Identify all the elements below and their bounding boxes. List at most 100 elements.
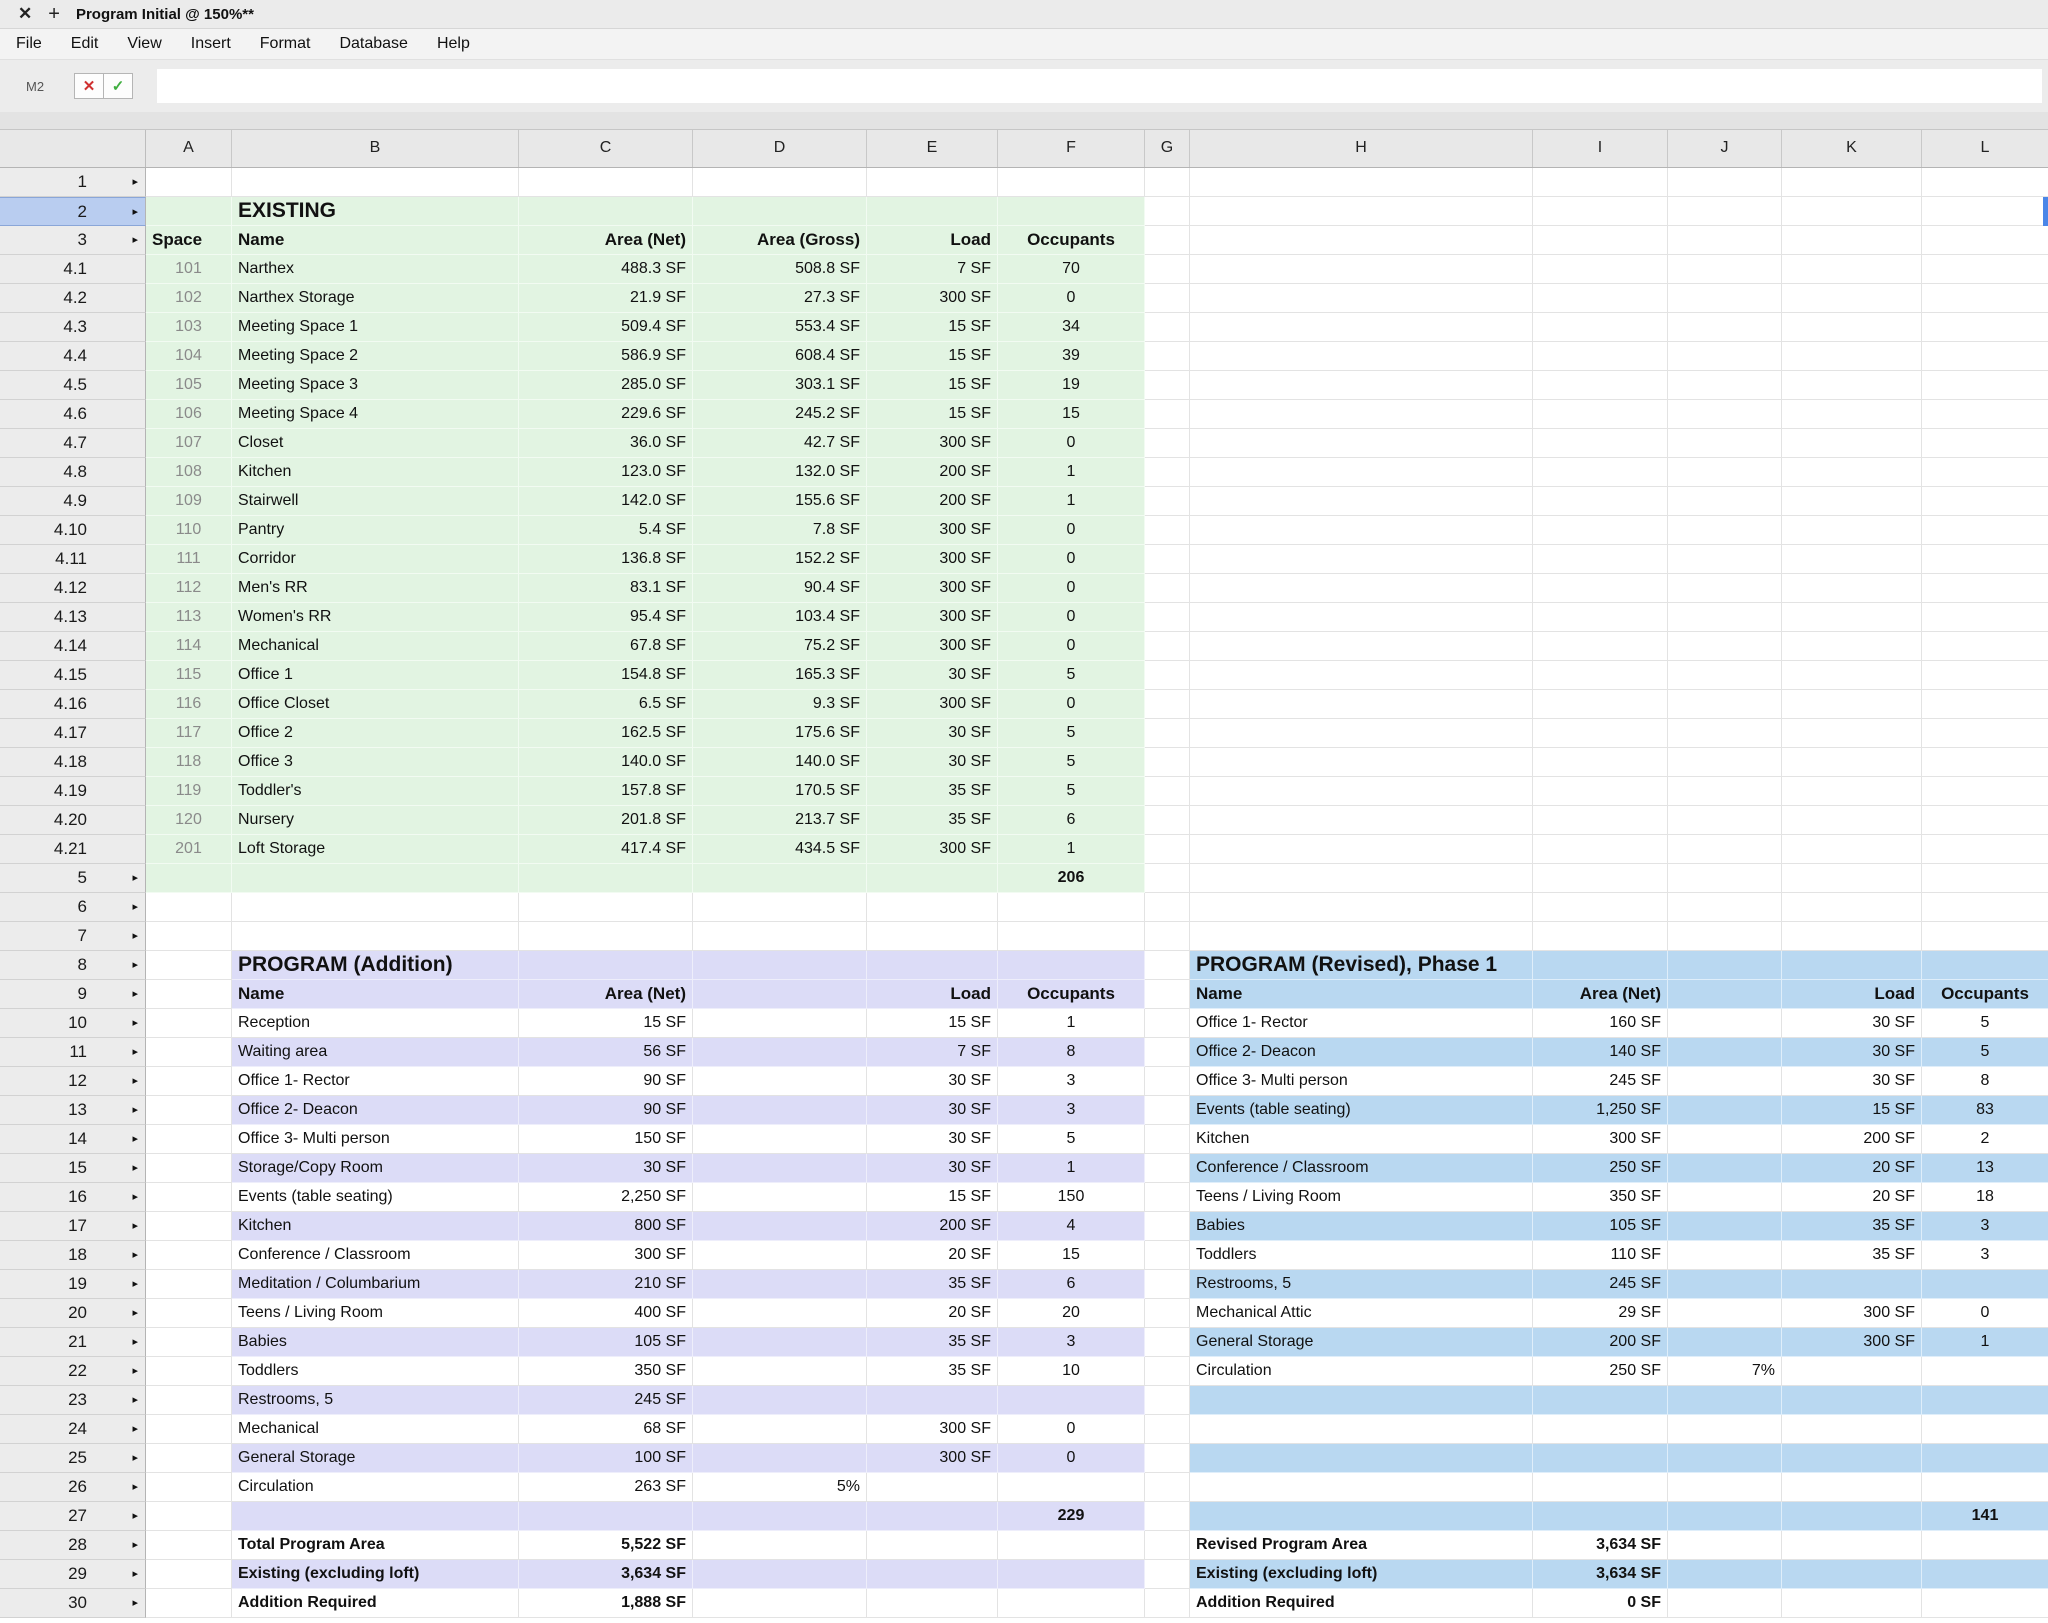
- cell-J4.11[interactable]: [1668, 545, 1782, 574]
- cell-G22[interactable]: [1145, 1357, 1190, 1386]
- cell-E15[interactable]: 30 SF: [867, 1154, 998, 1183]
- cell-L23[interactable]: [1922, 1386, 2048, 1415]
- cell-D4.18[interactable]: 140.0 SF: [693, 748, 867, 777]
- cell-F4.5[interactable]: 19: [998, 371, 1145, 400]
- cell-L5[interactable]: [1922, 864, 2048, 893]
- cell-L22[interactable]: [1922, 1357, 2048, 1386]
- cell-F24[interactable]: 0: [998, 1415, 1145, 1444]
- cell-D25[interactable]: [693, 1444, 867, 1473]
- cell-D19[interactable]: [693, 1270, 867, 1299]
- cell-J4.7[interactable]: [1668, 429, 1782, 458]
- confirm-button[interactable]: ✓: [103, 73, 133, 99]
- cell-E5[interactable]: [867, 864, 998, 893]
- cell-K29[interactable]: [1782, 1560, 1922, 1589]
- cell-J27[interactable]: [1668, 1502, 1782, 1531]
- cell-I4.21[interactable]: [1533, 835, 1668, 864]
- cell-F4.11[interactable]: 0: [998, 545, 1145, 574]
- cell-K4.6[interactable]: [1782, 400, 1922, 429]
- row-header-1[interactable]: 1▸: [0, 168, 146, 197]
- cell-L26[interactable]: [1922, 1473, 2048, 1502]
- cell-C30[interactable]: 1,888 SF: [519, 1589, 693, 1618]
- cell-J9[interactable]: [1668, 980, 1782, 1009]
- cell-A13[interactable]: [146, 1096, 232, 1125]
- cell-J4.10[interactable]: [1668, 516, 1782, 545]
- row-header-4.3[interactable]: 4.3: [0, 313, 146, 342]
- cell-K11[interactable]: 30 SF: [1782, 1038, 1922, 1067]
- cell-K4.1[interactable]: [1782, 255, 1922, 284]
- cell-J4.17[interactable]: [1668, 719, 1782, 748]
- cell-H13[interactable]: Events (table seating): [1190, 1096, 1533, 1125]
- cell-F17[interactable]: 4: [998, 1212, 1145, 1241]
- cell-C4.16[interactable]: 6.5 SF: [519, 690, 693, 719]
- cell-B8[interactable]: PROGRAM (Addition): [232, 951, 519, 980]
- cell-F4.20[interactable]: 6: [998, 806, 1145, 835]
- cell-D4.6[interactable]: 245.2 SF: [693, 400, 867, 429]
- cell-I22[interactable]: 250 SF: [1533, 1357, 1668, 1386]
- cell-G5[interactable]: [1145, 864, 1190, 893]
- cell-F16[interactable]: 150: [998, 1183, 1145, 1212]
- cell-J4.4[interactable]: [1668, 342, 1782, 371]
- cell-I4.9[interactable]: [1533, 487, 1668, 516]
- menu-item-database[interactable]: Database: [339, 35, 408, 53]
- cell-J1[interactable]: [1668, 168, 1782, 197]
- cell-C27[interactable]: [519, 1502, 693, 1531]
- cell-K4.17[interactable]: [1782, 719, 1922, 748]
- cell-J4.14[interactable]: [1668, 632, 1782, 661]
- cell-G18[interactable]: [1145, 1241, 1190, 1270]
- cell-E25[interactable]: 300 SF: [867, 1444, 998, 1473]
- cell-L4.18[interactable]: [1922, 748, 2048, 777]
- cell-E4.15[interactable]: 30 SF: [867, 661, 998, 690]
- cell-K6[interactable]: [1782, 893, 1922, 922]
- cell-F29[interactable]: [998, 1560, 1145, 1589]
- cell-K3[interactable]: [1782, 226, 1922, 255]
- cell-L3[interactable]: [1922, 226, 2048, 255]
- row-expand-arrow-icon[interactable]: ▸: [132, 1502, 138, 1530]
- cell-K19[interactable]: [1782, 1270, 1922, 1299]
- cell-A29[interactable]: [146, 1560, 232, 1589]
- row-expand-arrow-icon[interactable]: ▸: [132, 980, 138, 1008]
- cell-K4.14[interactable]: [1782, 632, 1922, 661]
- cell-G4.18[interactable]: [1145, 748, 1190, 777]
- cell-J25[interactable]: [1668, 1444, 1782, 1473]
- cell-G23[interactable]: [1145, 1386, 1190, 1415]
- cell-J13[interactable]: [1668, 1096, 1782, 1125]
- cell-G4.13[interactable]: [1145, 603, 1190, 632]
- row-expand-arrow-icon[interactable]: ▸: [132, 198, 138, 226]
- cell-C14[interactable]: 150 SF: [519, 1125, 693, 1154]
- cell-G4.21[interactable]: [1145, 835, 1190, 864]
- cell-I7[interactable]: [1533, 922, 1668, 951]
- menu-item-edit[interactable]: Edit: [71, 35, 99, 53]
- cell-D24[interactable]: [693, 1415, 867, 1444]
- cell-H1[interactable]: [1190, 168, 1533, 197]
- cell-H3[interactable]: [1190, 226, 1533, 255]
- cell-L4.14[interactable]: [1922, 632, 2048, 661]
- cell-D6[interactable]: [693, 893, 867, 922]
- cell-H25[interactable]: [1190, 1444, 1533, 1473]
- cell-G4.4[interactable]: [1145, 342, 1190, 371]
- cell-I20[interactable]: 29 SF: [1533, 1299, 1668, 1328]
- row-expand-arrow-icon[interactable]: ▸: [132, 1415, 138, 1443]
- cell-I1[interactable]: [1533, 168, 1668, 197]
- cell-C4.19[interactable]: 157.8 SF: [519, 777, 693, 806]
- cell-F27[interactable]: 229: [998, 1502, 1145, 1531]
- cell-A2[interactable]: [146, 197, 232, 226]
- cell-G12[interactable]: [1145, 1067, 1190, 1096]
- cell-I4.20[interactable]: [1533, 806, 1668, 835]
- cell-H12[interactable]: Office 3- Multi person: [1190, 1067, 1533, 1096]
- cell-H4.13[interactable]: [1190, 603, 1533, 632]
- column-header-C[interactable]: C: [519, 130, 693, 167]
- cell-A4.17[interactable]: 117: [146, 719, 232, 748]
- cell-D15[interactable]: [693, 1154, 867, 1183]
- cell-I4.7[interactable]: [1533, 429, 1668, 458]
- cell-J28[interactable]: [1668, 1531, 1782, 1560]
- cell-G4.19[interactable]: [1145, 777, 1190, 806]
- cell-E4.10[interactable]: 300 SF: [867, 516, 998, 545]
- cell-C25[interactable]: 100 SF: [519, 1444, 693, 1473]
- cell-D21[interactable]: [693, 1328, 867, 1357]
- row-expand-arrow-icon[interactable]: ▸: [132, 1386, 138, 1414]
- column-header-E[interactable]: E: [867, 130, 998, 167]
- cell-I4.18[interactable]: [1533, 748, 1668, 777]
- cell-K17[interactable]: 35 SF: [1782, 1212, 1922, 1241]
- cell-E4.21[interactable]: 300 SF: [867, 835, 998, 864]
- cell-H15[interactable]: Conference / Classroom: [1190, 1154, 1533, 1183]
